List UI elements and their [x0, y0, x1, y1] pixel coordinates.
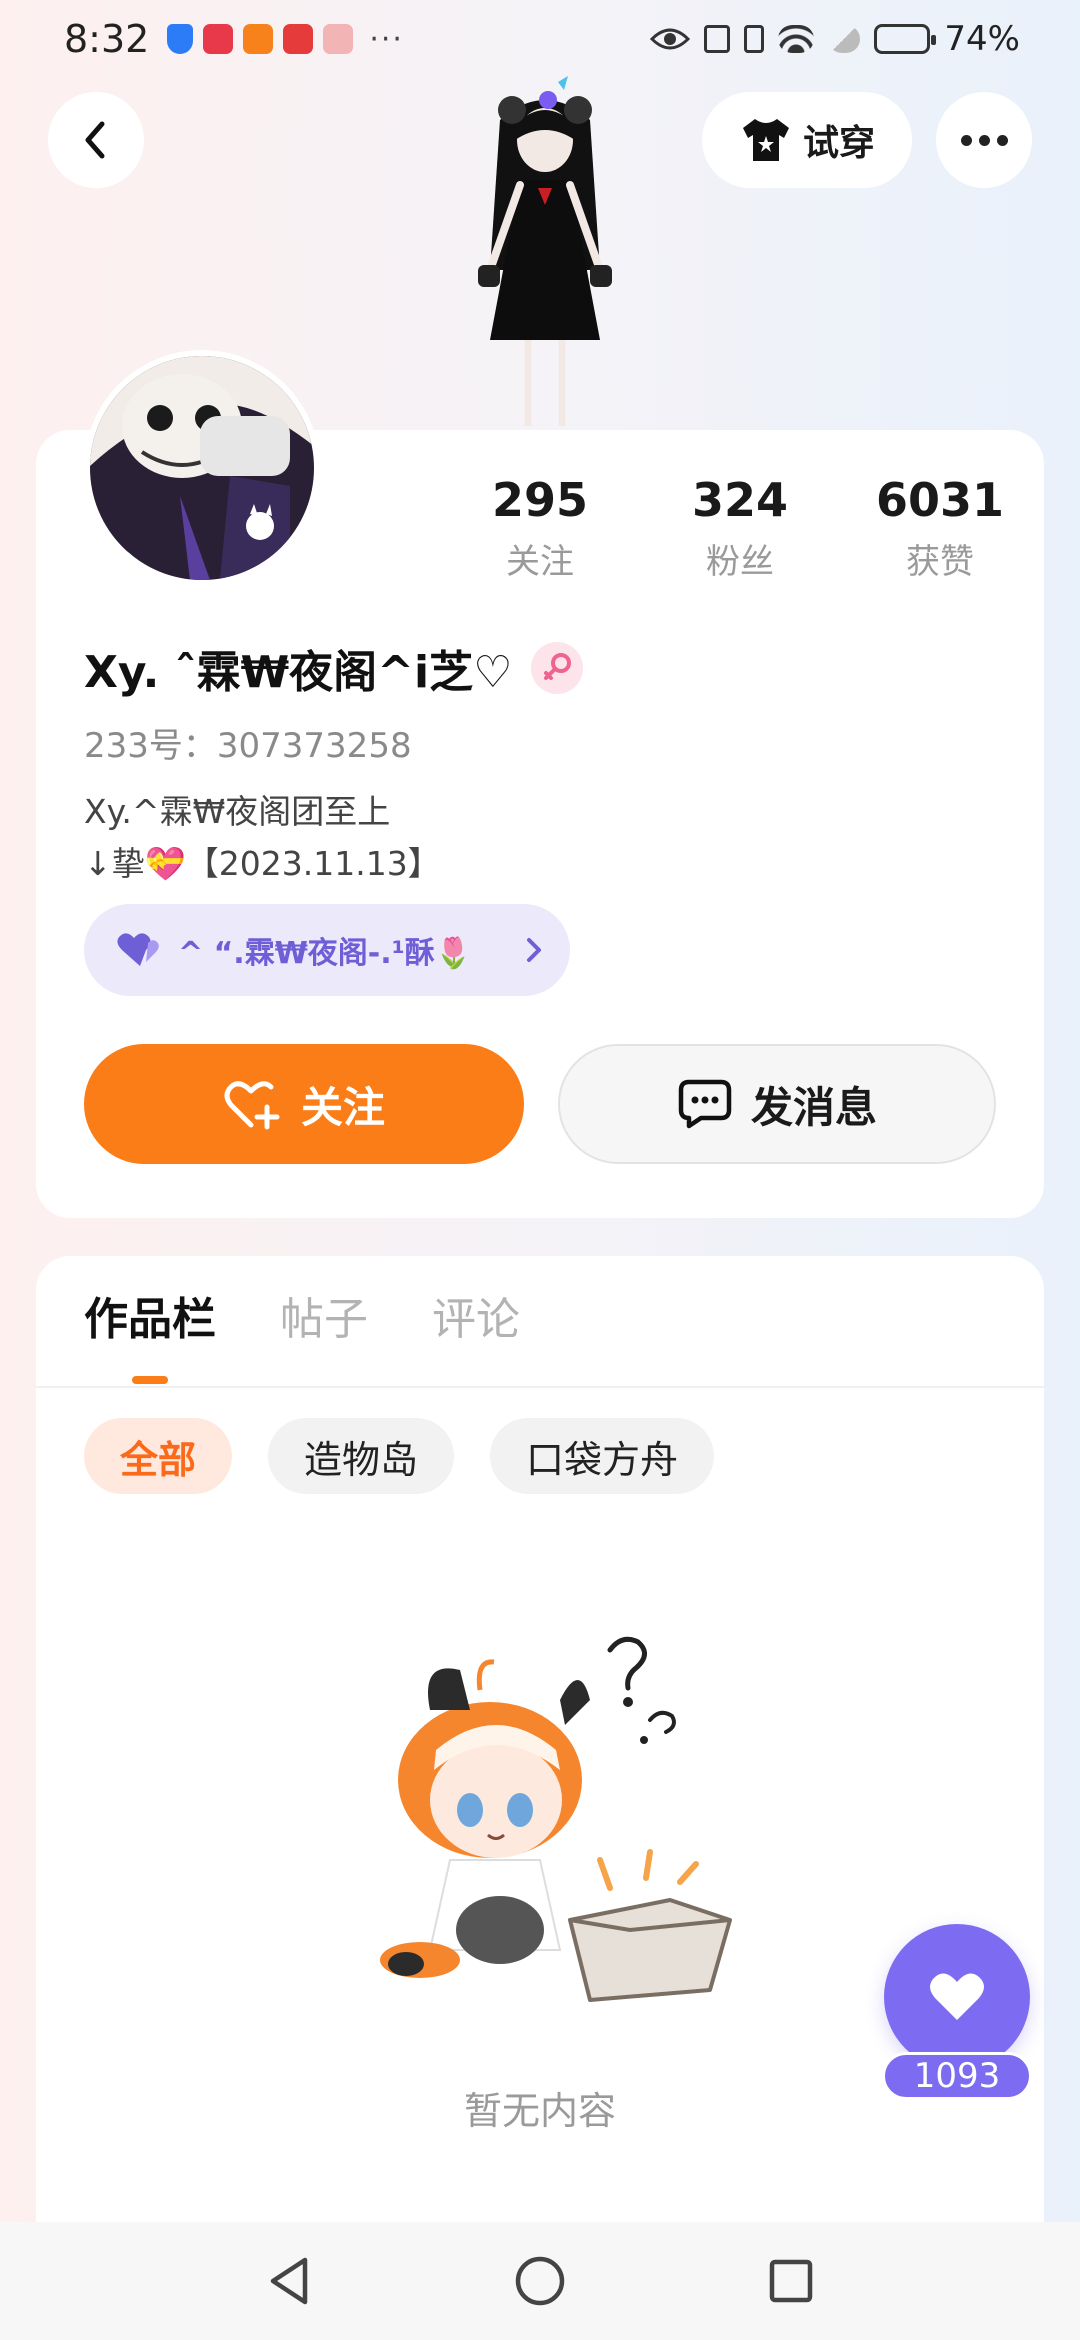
battery-percent: 74% [944, 19, 1020, 59]
app-notification-icon [323, 24, 354, 54]
bio-line: Xy.^霖₩夜阁团至上 [84, 792, 391, 831]
huawei-notification-icon [283, 24, 314, 54]
wifi-icon [778, 25, 815, 53]
nickname-row: Xy. ˆ霖₩夜阁^i芝♡ [84, 636, 583, 700]
tab-posts[interactable]: 帖子 [280, 1290, 368, 1370]
try-on-label: 试穿 [802, 123, 875, 164]
book-notification-icon [203, 24, 234, 54]
more-options-button[interactable] [936, 92, 1032, 188]
avatar-image [90, 356, 314, 580]
follow-label: 关注 [300, 1082, 385, 1132]
status-bar: 8:32 ··· 74% [0, 0, 1080, 78]
filter-pocket-ark[interactable]: 口袋方舟 [490, 1418, 715, 1494]
followers-label: 粉丝 [706, 542, 774, 582]
nfc-icon [704, 25, 731, 53]
back-button[interactable] [48, 92, 144, 188]
user-id[interactable]: 233号：307373258 [84, 718, 412, 767]
double-heart-icon [117, 933, 159, 966]
dot-icon [996, 134, 1008, 146]
signal-icon [828, 25, 861, 53]
vibrate-icon [744, 25, 765, 53]
message-button[interactable]: 发消息 [558, 1044, 996, 1164]
bio-line: ↓挚💝【2023.11.13】 [84, 844, 441, 883]
message-label: 发消息 [750, 1082, 877, 1132]
chevron-right-icon [527, 938, 541, 962]
filter-creation-island[interactable]: 造物岛 [268, 1418, 455, 1494]
follow-button[interactable]: 关注 [84, 1044, 524, 1164]
tab-works[interactable]: 作品栏 [84, 1290, 216, 1370]
battery-icon [874, 24, 937, 54]
stat-likes[interactable]: 6031 获赞 [840, 470, 1040, 583]
system-navigation-bar [0, 2222, 1080, 2340]
tab-comments[interactable]: 评论 [432, 1290, 520, 1370]
group-name: ^ “.霖₩夜阁-.¹酥🌷 [178, 936, 473, 971]
video-notification-icon [243, 24, 274, 54]
recents-square-icon[interactable] [767, 2257, 815, 2305]
content-tabs: 作品栏 帖子 评论 [84, 1290, 520, 1370]
tshirt-icon [742, 119, 789, 161]
heart-icon [930, 1973, 984, 2020]
notification-icons: ··· [167, 22, 404, 57]
user-nickname: Xy. ˆ霖₩夜阁^i芝♡ [84, 647, 513, 698]
stat-followers[interactable]: 324 粉丝 [640, 470, 840, 583]
stat-following[interactable]: 295 关注 [440, 470, 640, 583]
user-bio: Xy.^霖₩夜阁团至上 ↓挚💝【2023.11.13】 [84, 786, 441, 890]
like-count-badge: 1093 [882, 2052, 1032, 2100]
status-time: 8:32 [64, 17, 150, 61]
home-circle-icon[interactable] [513, 2254, 567, 2308]
character-avatar-figure[interactable] [440, 70, 650, 430]
likes-label: 获赞 [906, 542, 974, 582]
try-on-button[interactable]: 试穿 [702, 92, 912, 188]
female-gender-icon [530, 642, 583, 694]
more-notifications-icon: ··· [369, 21, 404, 57]
floating-like-button[interactable] [884, 1924, 1030, 2070]
dot-icon [960, 134, 972, 146]
chat-bubble-icon [678, 1079, 732, 1129]
followers-count: 324 [691, 473, 789, 527]
following-label: 关注 [506, 542, 574, 582]
likes-count: 6031 [875, 473, 1005, 527]
system-status: 74% [650, 19, 1020, 59]
profile-stats: 295 关注 324 粉丝 6031 获赞 [440, 470, 1040, 583]
following-count: 295 [491, 473, 589, 527]
tab-divider [36, 1386, 1044, 1388]
heart-plus-icon [224, 1081, 280, 1130]
eye-icon [650, 28, 691, 50]
filter-chips: 全部 造物岛 口袋方舟 [84, 1418, 715, 1494]
filter-all[interactable]: 全部 [84, 1418, 233, 1494]
shield-notification-icon [167, 24, 194, 54]
empty-state-illustration [380, 1636, 732, 2002]
group-link[interactable]: ^ “.霖₩夜阁-.¹酥🌷 [84, 904, 570, 996]
user-avatar[interactable] [84, 350, 320, 586]
dot-icon [978, 134, 990, 146]
back-triangle-icon[interactable] [265, 2254, 313, 2308]
chevron-left-icon [85, 121, 105, 159]
